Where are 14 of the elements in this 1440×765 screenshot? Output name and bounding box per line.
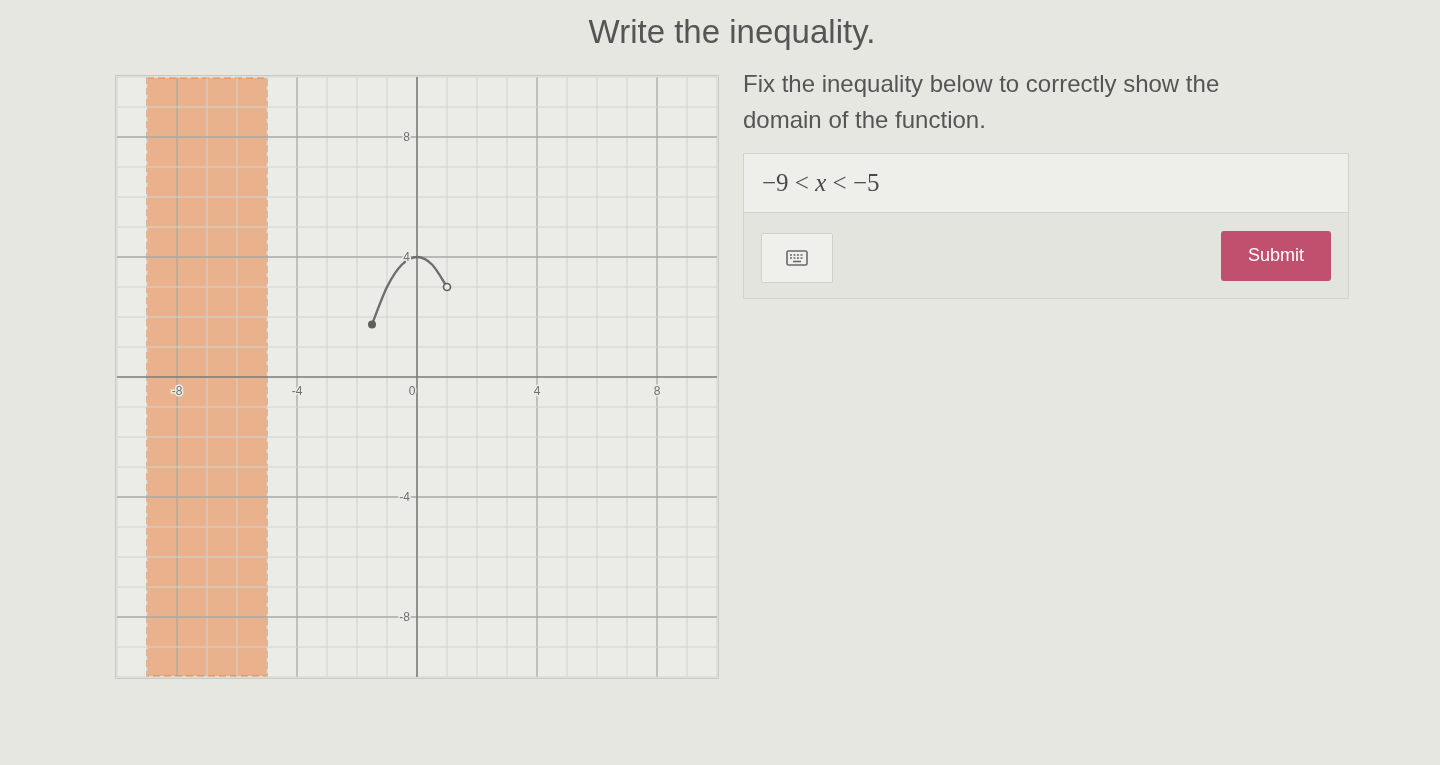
- tick-label: -8: [171, 384, 183, 398]
- tick-label: -4: [399, 490, 410, 504]
- page-title: Write the inequality.: [587, 12, 877, 52]
- keyboard-button[interactable]: [761, 232, 833, 283]
- tick-label: 4: [533, 384, 541, 398]
- tick-label: 0: [408, 384, 416, 398]
- answer-field[interactable]: −9 < x < −5: [743, 153, 1349, 213]
- submit-button[interactable]: Submit: [1221, 230, 1331, 281]
- tick-label: -8: [399, 610, 410, 624]
- question-prompt: Fix the inequality below to correctly show the domain of the function.: [743, 69, 1221, 135]
- tick-label: 8: [653, 384, 661, 398]
- keyboard-icon: [786, 249, 808, 266]
- tick-label: 8: [403, 130, 410, 144]
- tick-label: -4: [291, 384, 303, 398]
